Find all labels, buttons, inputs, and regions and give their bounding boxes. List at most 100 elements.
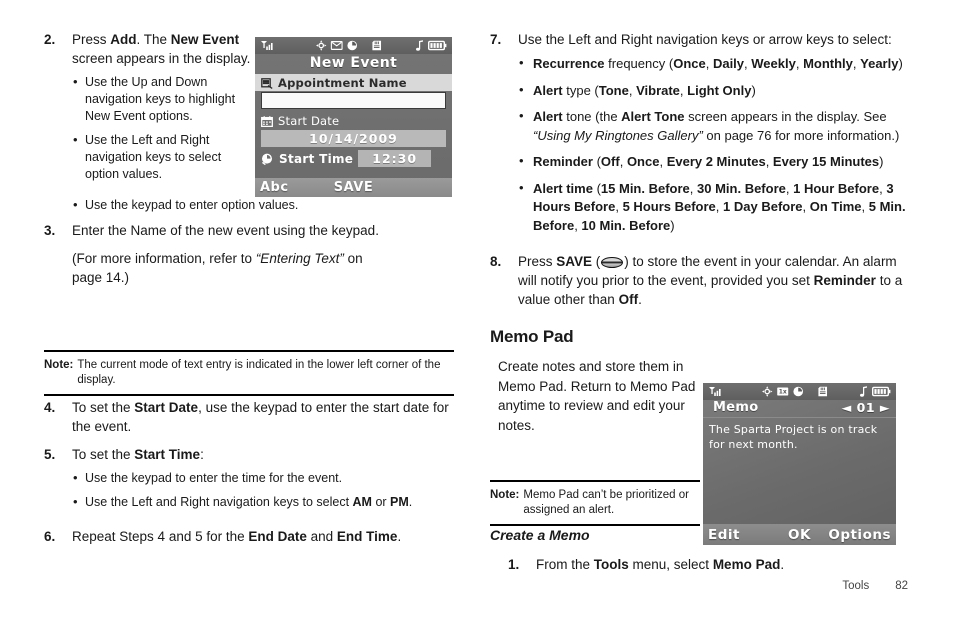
start-date-value[interactable]: 10/14/2009 (261, 130, 446, 147)
step-5-body: To set the Start Time: Use the keypad to… (72, 445, 454, 518)
clock-icon (346, 40, 357, 51)
memo-step-1-number: 1. (508, 557, 520, 572)
list-item: Use the keypad to enter option values. (72, 196, 454, 214)
music-note-icon (860, 386, 868, 397)
list-item: Use the keypad to enter the time for the… (72, 469, 454, 487)
battery-icon (428, 40, 447, 51)
start-time-value[interactable]: 12:30 (358, 150, 432, 167)
step-6-body: Repeat Steps 4 and 5 for the End Date an… (72, 529, 402, 544)
step-8-number: 8. (490, 254, 502, 269)
note-label: Note: (44, 359, 74, 371)
step-2-bullets-wide: Use the keypad to enter option values. (72, 196, 454, 214)
1x-icon: 1x (776, 387, 788, 396)
soft-key-left-edit[interactable]: Edit (708, 527, 740, 543)
soft-key-center-ok[interactable]: OK (788, 527, 811, 543)
field-label: Start Time (279, 151, 354, 166)
step-3-body: Enter the Name of the new event using th… (72, 221, 454, 287)
list-item: Use the Left and Right navigation keys t… (72, 131, 254, 183)
step-7-text: Use the Left and Right navigation keys o… (518, 32, 892, 47)
step-7-bullets: Recurrence frequency (Once, Daily, Weekl… (518, 54, 908, 235)
memo-step-1-body: From the Tools menu, select Memo Pad. (536, 557, 785, 572)
list-item: Recurrence frequency (Once, Daily, Weekl… (518, 54, 908, 74)
list-item: Use the Left and Right navigation keys t… (72, 493, 454, 511)
battery-icon (872, 386, 891, 397)
step-2-bullets: Use the Up and Down navigation keys to h… (72, 73, 254, 183)
status-bar: 1x (703, 383, 896, 400)
step-2-number: 2. (44, 32, 56, 47)
note-body: Memo Pad can’t be prioritized or assigne… (523, 489, 689, 516)
footer-page-number: 82 (895, 580, 908, 592)
step-6: 6. Repeat Steps 4 and 5 for the End Date… (44, 527, 454, 546)
memo-index-selector[interactable]: ◄ 01 ► (842, 400, 890, 415)
step-7-number: 7. (490, 32, 502, 47)
field-start-date[interactable]: Start Date (255, 112, 452, 129)
step-2-text: Press Add. The New Event screen appears … (72, 32, 251, 66)
soft-key-center-save[interactable]: SAVE (334, 180, 373, 195)
memo-step-1: 1. From the Tools menu, select Memo Pad. (508, 555, 888, 574)
list-item: Alert tone (the Alert Tone screen appear… (518, 107, 908, 145)
step-5-bullets: Use the keypad to enter the time for the… (72, 469, 454, 511)
step-6-number: 6. (44, 529, 56, 544)
appointment-name-input[interactable] (261, 92, 446, 109)
right-column: 7. Use the Left and Right navigation key… (490, 30, 908, 435)
step-4-number: 4. (44, 400, 56, 415)
soft-key-bar: Abc SAVE (255, 178, 452, 197)
step-5-number: 5. (44, 447, 56, 462)
step-3-number: 3. (44, 223, 56, 238)
create-a-memo-block: Create a Memo (490, 527, 700, 543)
step-3-line-2: (For more information, refer to “Enterin… (72, 251, 363, 285)
note-text-entry-mode: Note: The current mode of text entry is … (44, 350, 454, 396)
soft-key-left[interactable]: Abc (260, 180, 289, 195)
footer-section: Tools (842, 580, 870, 592)
manual-page: 2. Press Add. The New Event screen appea… (0, 0, 954, 636)
step-7-body: Use the Left and Right navigation keys o… (518, 30, 908, 243)
field-start-time[interactable]: Start Time 12:30 (255, 149, 452, 168)
memory-card-icon (817, 386, 827, 397)
step-3-line-1: Enter the Name of the new event using th… (72, 223, 379, 238)
field-appointment-name[interactable]: Appointment Name (255, 74, 452, 91)
note-icon (261, 77, 273, 89)
note-memo-pad: Note: Memo Pad can’t be prioritized or a… (490, 480, 700, 526)
memo-header: Memo ◄ 01 ► (703, 400, 896, 418)
step-8: 8. Press SAVE () to store the event in y… (490, 252, 908, 309)
navigation-icon (315, 40, 326, 51)
step-4-body: To set the Start Date, use the keypad to… (72, 400, 449, 434)
page-title-memo-pad: Memo Pad (490, 327, 574, 346)
signal-icon (260, 40, 275, 51)
alarm-clock-icon (261, 153, 274, 165)
left-column-lower: 4. To set the Start Date, use the keypad… (44, 398, 454, 555)
step-4: 4. To set the Start Date, use the keypad… (44, 398, 454, 436)
calendar-icon (261, 115, 273, 127)
soft-key-right-options[interactable]: Options (828, 527, 891, 543)
list-item: Use the Up and Down navigation keys to h… (72, 73, 254, 125)
field-label: Appointment Name (278, 76, 407, 90)
subheading-create-a-memo: Create a Memo (490, 527, 590, 543)
signal-icon (708, 386, 723, 397)
memo-pad-description: Create notes and store them in Memo Pad.… (498, 359, 696, 433)
phone-screen-new-event: New Event Appointment Name Start Date 10… (255, 37, 452, 197)
memo-body-text[interactable]: The Sparta Project is on track for next … (703, 418, 896, 452)
step-5-text: To set the Start Time: (72, 447, 204, 462)
phone-screen-memo: 1x Memo ◄ 01 ► The Sparta Project is on … (703, 383, 896, 545)
soft-key-bar: Edit OK Options (703, 524, 896, 545)
music-note-icon (416, 40, 424, 51)
save-key-icon (601, 256, 624, 268)
navigation-icon (761, 386, 772, 397)
field-label: Start Date (278, 114, 340, 128)
message-icon (330, 41, 343, 50)
list-item: Reminder (Off, Once, Every 2 Minutes, Ev… (518, 152, 908, 172)
note-label: Note: (490, 489, 520, 501)
svg-text:1x: 1x (778, 389, 786, 396)
screen-title: Memo (713, 400, 759, 415)
step-7: 7. Use the Left and Right navigation key… (490, 30, 908, 243)
note-body: The current mode of text entry is indica… (77, 359, 441, 386)
list-item: Alert type (Tone, Vibrate, Light Only) (518, 81, 908, 101)
step-3: 3. Enter the Name of the new event using… (44, 221, 454, 287)
step-5: 5. To set the Start Time: Use the keypad… (44, 445, 454, 518)
memory-card-icon (371, 40, 381, 51)
step-8-text-pre: Press SAVE ( (518, 254, 601, 269)
step-8-body: Press SAVE () to store the event in your… (518, 252, 908, 309)
status-bar (255, 37, 452, 54)
screen-title: New Event (309, 55, 398, 71)
page-footer: Tools 82 (842, 580, 908, 592)
